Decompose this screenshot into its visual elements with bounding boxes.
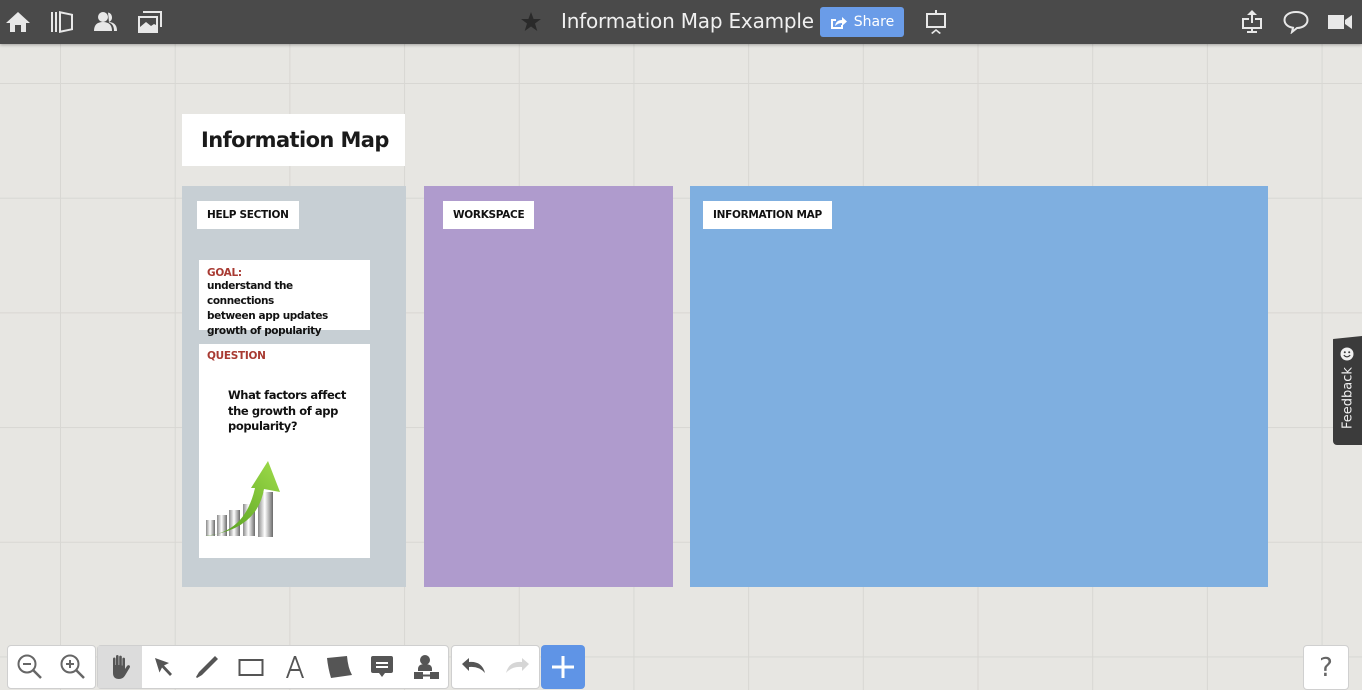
redo-button[interactable] <box>496 646 540 688</box>
question-line: popularity? <box>228 419 298 433</box>
history-group <box>451 645 540 689</box>
board-title-card[interactable]: Information Map <box>182 114 405 166</box>
goal-note[interactable]: GOAL: understand the connections between… <box>199 260 370 337</box>
goal-line: between app updates <box>207 310 328 322</box>
comment-bubble-icon <box>371 656 394 677</box>
zoom-controls <box>7 645 96 689</box>
zoom-out-button[interactable] <box>8 646 52 688</box>
frame-label: HELP SECTION <box>197 201 299 229</box>
zoom-out-icon <box>17 654 42 679</box>
undo-icon <box>461 658 485 673</box>
text-tool-button[interactable] <box>273 646 317 688</box>
share-button[interactable]: Share <box>820 7 904 37</box>
select-tool-button[interactable] <box>142 646 186 688</box>
favorite-star-icon[interactable] <box>517 8 545 36</box>
hand-tool-button[interactable] <box>98 646 142 688</box>
question-text: What factors affect the growth of app po… <box>228 388 346 435</box>
growth-chart-icon <box>205 461 280 537</box>
undo-button[interactable] <box>452 646 496 688</box>
rectangle-icon <box>238 659 264 676</box>
pen-tool-button[interactable] <box>186 646 230 688</box>
share-label: Share <box>853 14 895 30</box>
pencil-icon <box>196 656 219 678</box>
goal-line: growth of popularity <box>207 325 322 337</box>
question-line: the growth of app <box>228 403 338 418</box>
question-line: What factors affect <box>228 388 346 402</box>
comment-icon[interactable] <box>1282 8 1310 36</box>
question-heading: QUESTION <box>207 350 266 362</box>
comment-tool-button[interactable] <box>361 646 405 688</box>
tools-group <box>97 645 449 689</box>
question-note[interactable]: QUESTION What factors affect the growth … <box>199 344 370 558</box>
org-chart-icon <box>414 655 440 679</box>
top-bar: Information Map Example Share <box>0 0 1362 44</box>
gallery-icon[interactable] <box>136 8 164 36</box>
plus-icon <box>552 656 574 678</box>
help-section-frame[interactable]: HELP SECTION GOAL: understand the connec… <box>182 186 406 587</box>
present-icon[interactable] <box>922 8 950 36</box>
export-icon[interactable] <box>1238 8 1266 36</box>
video-icon[interactable] <box>1326 8 1354 36</box>
frame-label: INFORMATION MAP <box>703 201 832 229</box>
arrow-pointer-icon <box>154 658 172 676</box>
goal-heading: GOAL: <box>207 267 242 279</box>
document-title[interactable]: Information Map Example <box>561 9 814 33</box>
text-icon <box>285 656 304 678</box>
sticky-note-icon <box>326 656 352 678</box>
feedback-tab[interactable]: Feedback <box>1333 336 1362 445</box>
users-icon[interactable] <box>92 8 120 36</box>
workspace-frame[interactable]: WORKSPACE <box>424 186 673 587</box>
information-map-frame[interactable]: INFORMATION MAP <box>690 186 1268 587</box>
rectangle-tool-button[interactable] <box>229 646 273 688</box>
redo-icon <box>506 658 530 673</box>
help-button[interactable]: ? <box>1303 645 1349 690</box>
add-button[interactable] <box>541 645 585 689</box>
frame-label: WORKSPACE <box>443 201 535 229</box>
share-icon <box>830 16 847 29</box>
feedback-label: Feedback <box>1340 367 1355 429</box>
zoom-in-icon <box>60 654 86 679</box>
hand-icon <box>112 655 130 679</box>
org-chart-tool-button[interactable] <box>404 646 448 688</box>
smiley-icon <box>1340 347 1354 361</box>
library-icon[interactable] <box>48 8 76 36</box>
zoom-in-button[interactable] <box>52 646 96 688</box>
sticky-note-tool-button[interactable] <box>317 646 361 688</box>
home-icon[interactable] <box>4 8 32 36</box>
goal-line: understand the connections <box>207 280 293 307</box>
